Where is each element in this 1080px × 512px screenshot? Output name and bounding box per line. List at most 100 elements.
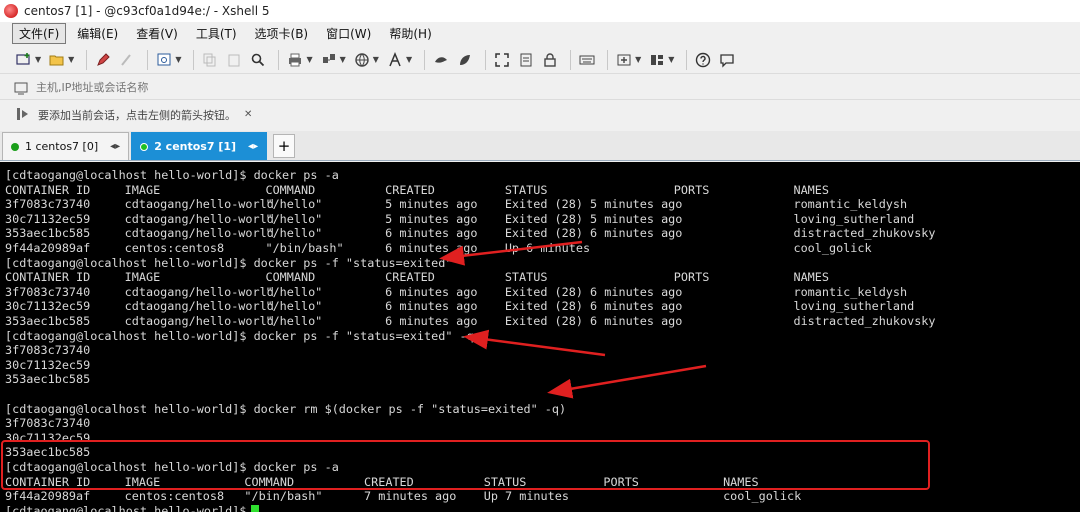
- terminal-line: 353aec1bc585 cdtaogang/hello-world "/hello…: [5, 314, 1075, 329]
- chevron-down-icon[interactable]: ▼: [68, 55, 74, 64]
- terminal-text: STATUS: [483, 474, 527, 489]
- add-session-arrow-icon[interactable]: [16, 107, 30, 124]
- terminal-line: 30c71132ec59 cdtaogang/hello-world "/hello…: [5, 212, 1075, 227]
- terminal-line: 9f44a20989af centos:centos8 "/bin/bash" 7 m…: [5, 489, 1075, 504]
- reconnect-icon[interactable]: [117, 50, 137, 70]
- menu-tabs[interactable]: 选项卡(B): [248, 23, 316, 44]
- tab-centos7-1[interactable]: 2 centos7 [1] ◂▸: [131, 132, 268, 160]
- terminal-output[interactable]: [cdtaogang@localhost hello-world]$ docke…: [0, 162, 1080, 512]
- terminal-text: NAMES: [793, 182, 829, 197]
- add-tab-button[interactable]: +: [273, 134, 296, 158]
- terminal-line: 353aec1bc585: [5, 445, 1075, 460]
- toolbar-divider: [86, 49, 88, 70]
- terminal-line: [cdtaogang@localhost hello-world]$ docke…: [5, 402, 1075, 417]
- terminal-text: 353aec1bc585: [5, 314, 91, 328]
- terminal-text: "/bin/bash": [265, 241, 344, 255]
- connected-status-icon: [140, 142, 149, 151]
- tab-centos7-0[interactable]: 1 centos7 [0] ◂▸: [2, 132, 130, 160]
- chevron-down-icon[interactable]: ▼: [635, 55, 641, 64]
- terminal-text: PORTS: [673, 182, 710, 197]
- menu-file[interactable]: 文件(F): [12, 22, 67, 44]
- lock-icon[interactable]: [540, 50, 560, 70]
- terminal-text: romantic_keldysh: [793, 284, 908, 299]
- terminal-text: CONTAINER ID: [5, 182, 91, 197]
- script-icon[interactable]: [516, 50, 536, 70]
- menu-window[interactable]: 窗口(W): [319, 23, 378, 44]
- chevron-left-right-icon[interactable]: ◂▸: [248, 141, 258, 152]
- menu-tools[interactable]: 工具(T): [189, 23, 244, 44]
- paste-icon[interactable]: [224, 50, 244, 70]
- terminal-text: 5 minutes ago: [385, 197, 478, 212]
- terminal-text: STATUS: [504, 270, 548, 285]
- terminal-text: 7 minutes ago: [364, 489, 457, 504]
- terminal-text: Exited (28) 5 minutes ago: [504, 197, 683, 212]
- font-icon[interactable]: [385, 50, 405, 70]
- terminal-text: 6 minutes ago: [385, 299, 478, 314]
- terminal-line: [cdtaogang@localhost hello-world]$ docke…: [5, 329, 1075, 344]
- terminal-line: 30c71132ec59 cdtaogang/hello-world "/hello…: [5, 299, 1075, 314]
- close-icon[interactable]: ✕: [244, 110, 254, 120]
- help-icon[interactable]: [693, 50, 713, 70]
- chat-icon[interactable]: [717, 50, 737, 70]
- terminal-line: 353aec1bc585: [5, 372, 1075, 387]
- terminal-line: CONTAINER ID IMAGE COMMAND CREATED STATUS POR…: [5, 270, 1075, 285]
- terminal-text: CONTAINER ID: [5, 270, 91, 285]
- terminal-text: COMMAND: [265, 270, 316, 285]
- toolbar-divider: [278, 49, 280, 70]
- find-icon[interactable]: [248, 50, 268, 70]
- terminal-cursor: [251, 505, 260, 512]
- terminal-text: 6 minutes ago: [385, 226, 478, 241]
- host-address-input[interactable]: [36, 81, 636, 94]
- terminal-text: "/hello": [265, 284, 323, 299]
- terminal-text: 5 minutes ago: [385, 211, 478, 226]
- menu-view[interactable]: 查看(V): [129, 23, 185, 44]
- terminal-text: CREATED: [364, 474, 414, 489]
- fullscreen-icon[interactable]: [492, 50, 512, 70]
- chevron-left-right-icon[interactable]: ◂▸: [110, 141, 120, 152]
- terminal-text: Exited (28) 5 minutes ago: [504, 211, 683, 226]
- globe-icon[interactable]: [352, 50, 372, 70]
- terminal-line: [cdtaogang@localhost hello-world]$ docke…: [5, 256, 1075, 271]
- terminal-text: romantic_keldysh: [793, 197, 908, 212]
- chevron-down-icon[interactable]: ▼: [668, 55, 674, 64]
- terminal-text: COMMAND: [265, 182, 316, 197]
- new-session-icon[interactable]: [14, 50, 34, 70]
- copy-icon[interactable]: [200, 50, 220, 70]
- terminal-text: 6 minutes ago: [385, 314, 478, 328]
- terminal-text: Exited (28) 6 minutes ago: [504, 226, 683, 241]
- terminal-line: CONTAINER ID IMAGE COMMAND CREATED STATUS POR…: [5, 475, 1075, 490]
- chevron-down-icon[interactable]: ▼: [373, 55, 379, 64]
- terminal-text: NAMES: [723, 474, 759, 489]
- chevron-down-icon[interactable]: ▼: [406, 55, 412, 64]
- open-folder-icon[interactable]: [47, 50, 67, 70]
- xftp-icon[interactable]: [431, 50, 451, 70]
- print-icon[interactable]: [285, 50, 305, 70]
- terminal-line: 353aec1bc585 cdtaogang/hello-world "/hello…: [5, 226, 1075, 241]
- terminal-line: [cdtaogang@localhost hello-world]$: [5, 504, 1075, 512]
- keyboard-icon[interactable]: [577, 50, 597, 70]
- toolbar-divider: [193, 49, 195, 70]
- new-tab-icon[interactable]: [614, 50, 634, 70]
- terminal-text: centos:centos8: [124, 489, 225, 504]
- terminal-text: IMAGE: [124, 270, 161, 285]
- edit-icon[interactable]: [93, 50, 113, 70]
- terminal-text: cdtaogang/hello-world: [124, 226, 274, 241]
- terminal-text: IMAGE: [124, 182, 161, 197]
- chevron-down-icon[interactable]: ▼: [175, 55, 181, 64]
- layout-icon[interactable]: [647, 50, 667, 70]
- transfer-icon[interactable]: [319, 50, 339, 70]
- terminal-line: [cdtaogang@localhost hello-world]$ docke…: [5, 460, 1075, 475]
- toolbar-divider: [607, 49, 609, 70]
- terminal-text: 30c71132ec59: [5, 430, 91, 445]
- menu-help[interactable]: 帮助(H): [382, 23, 438, 44]
- menu-edit[interactable]: 编辑(E): [70, 23, 125, 44]
- chevron-down-icon[interactable]: ▼: [340, 55, 346, 64]
- chevron-down-icon[interactable]: ▼: [306, 55, 312, 64]
- window-title: centos7 [1] - @c93cf0a1d94e:/ - Xshell 5: [24, 4, 270, 18]
- terminal-text: 6 minutes ago: [385, 284, 478, 299]
- terminal-text: loving_sutherland: [793, 211, 915, 226]
- chevron-down-icon[interactable]: ▼: [35, 55, 41, 64]
- xmanager-icon[interactable]: [455, 50, 475, 70]
- properties-icon[interactable]: [154, 50, 174, 70]
